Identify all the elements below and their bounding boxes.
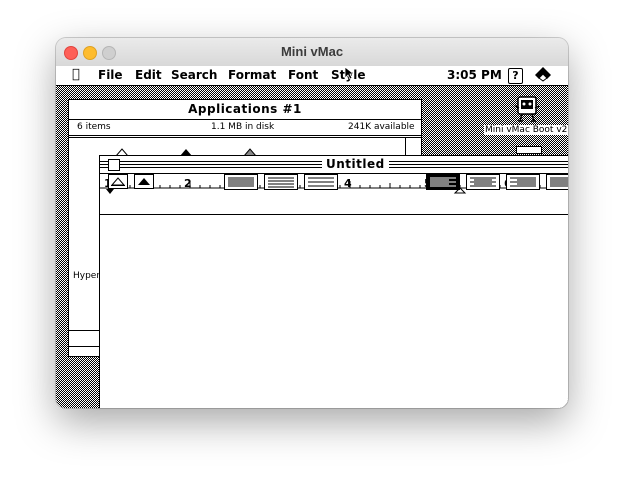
menubar:  File Edit Search Format Font Style 3:0…	[56, 66, 568, 86]
ruler-number: 4	[344, 177, 352, 190]
ruler[interactable]: 1 2 3 4 5 6	[100, 174, 568, 215]
mini-vmac-window: Mini vMac  File Edit Search Format Font…	[56, 38, 568, 408]
apple-icon[interactable]: 	[72, 67, 80, 82]
items-count: 6 items	[77, 122, 111, 132]
window-title: Mini vMac	[280, 44, 344, 59]
menu-file[interactable]: File	[98, 68, 123, 82]
menu-font[interactable]: Font	[288, 68, 318, 82]
hypercard-label[interactable]: Hyper	[73, 271, 100, 281]
help-icon[interactable]: ?	[508, 68, 523, 84]
menubar-clock[interactable]: 3:05 PM	[447, 68, 502, 82]
available-space: 241K available	[348, 122, 415, 132]
menu-edit[interactable]: Edit	[135, 68, 162, 82]
emulated-screen:  File Edit Search Format Font Style 3:0…	[56, 66, 568, 408]
ruler-number: 2	[184, 177, 192, 190]
line-spacing-double-icon[interactable]	[304, 174, 338, 190]
boot-disk-icon[interactable]	[511, 94, 543, 124]
finder-scrollbar[interactable]	[405, 138, 422, 155]
document-window-untitled: Untitled 1 2 3 4 5 6	[99, 155, 568, 408]
document-close-box[interactable]	[108, 159, 120, 171]
align-justify-icon[interactable]	[546, 174, 568, 190]
line-spacing-single-icon[interactable]	[224, 174, 258, 190]
tab-decimal-icon[interactable]	[134, 174, 154, 189]
mouse-cursor-icon	[344, 66, 354, 80]
finder-divider	[69, 137, 421, 138]
align-left-icon[interactable]	[426, 174, 460, 190]
application-menu-icon[interactable]	[534, 66, 552, 86]
disk-usage: 1.1 MB in disk	[211, 122, 275, 132]
desktop-item[interactable]	[516, 146, 542, 154]
menu-format[interactable]: Format	[228, 68, 276, 82]
align-center-icon[interactable]	[466, 174, 500, 190]
align-right-icon[interactable]	[506, 174, 540, 190]
document-title: Untitled	[322, 157, 389, 172]
document-titlebar[interactable]: Untitled	[100, 156, 568, 174]
finder-window-title[interactable]: Applications #1	[69, 100, 421, 120]
line-spacing-onehalf-icon[interactable]	[264, 174, 298, 190]
finder-info-bar: 6 items 1.1 MB in disk 241K available	[69, 120, 421, 136]
boot-disk-label[interactable]: Mini vMac Boot v2	[484, 125, 568, 135]
document-text-area[interactable]	[100, 215, 568, 408]
menu-search[interactable]: Search	[171, 68, 217, 82]
tab-left-icon[interactable]	[108, 174, 128, 189]
window-titlebar[interactable]: Mini vMac	[56, 38, 568, 67]
